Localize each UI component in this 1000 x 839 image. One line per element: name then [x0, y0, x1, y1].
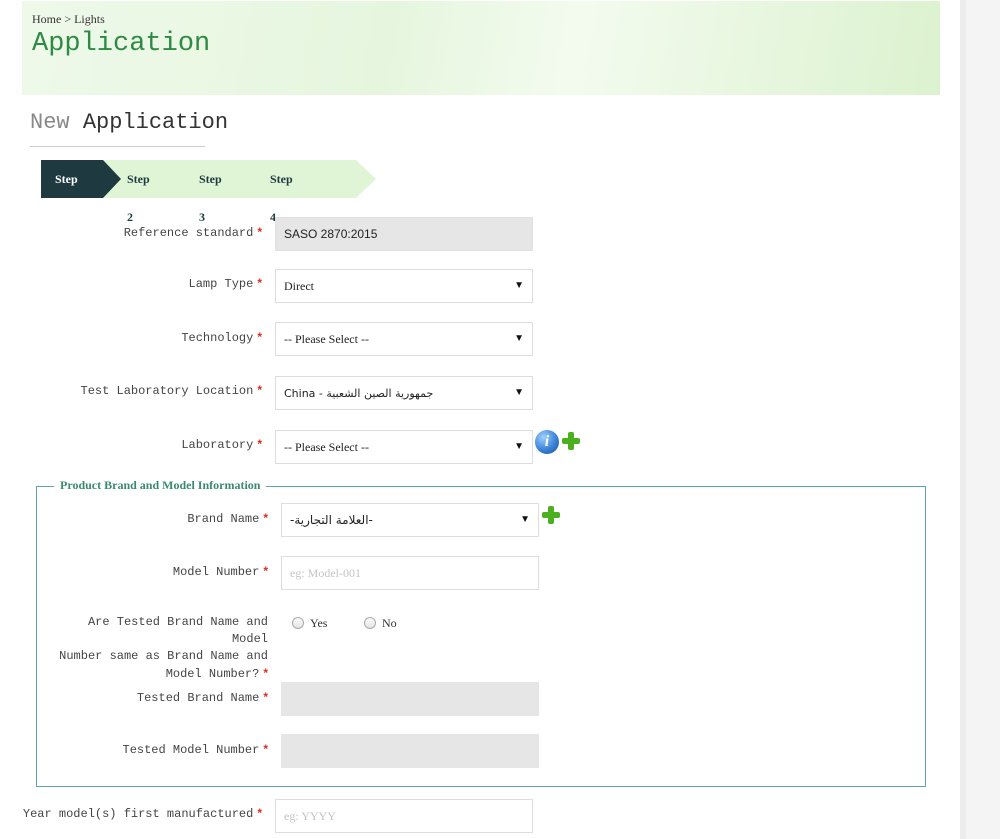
page-side-margin	[960, 0, 1000, 839]
tested-brand-name-input[interactable]	[281, 682, 539, 716]
section-title-light: New	[30, 110, 70, 135]
technology-label: Technology *	[40, 329, 262, 347]
caret-down-icon: ▼	[514, 387, 524, 398]
reference-standard-field: SASO 2870:2015	[275, 217, 533, 251]
laboratory-select[interactable]: -- Please Select -- ▼	[275, 430, 533, 464]
radio-no-label[interactable]: No	[382, 616, 397, 630]
page-header: Home > Lights Application	[22, 1, 940, 95]
required-mark: *	[263, 690, 268, 704]
caret-down-icon: ▼	[514, 333, 524, 344]
caret-down-icon: ▼	[514, 280, 524, 291]
brand-name-label-text: Brand Name	[187, 512, 260, 526]
section-title-dark: Application	[82, 110, 229, 135]
brand-name-value: -العلامة التجارية-	[290, 513, 373, 527]
main-content: Home > Lights Application New Applicatio…	[0, 0, 960, 839]
lamp-type-label-text: Lamp Type	[188, 277, 254, 291]
breadcrumb[interactable]: Home > Lights	[32, 12, 105, 27]
model-number-label-text: Model Number	[172, 565, 260, 579]
laboratory-label: Laboratory *	[40, 436, 262, 454]
year-manufactured-label: Year model(s) first manufactured *	[20, 805, 262, 823]
caret-down-icon: ▼	[514, 441, 524, 452]
reference-standard-value: SASO 2870:2015	[284, 227, 378, 241]
radio-yes-label[interactable]: Yes	[310, 616, 327, 630]
tested-model-number-label-text: Tested Model Number	[122, 743, 260, 757]
required-mark: *	[257, 330, 262, 344]
tested-model-number-input[interactable]	[281, 734, 539, 768]
year-manufactured-label-text: Year model(s) first manufactured	[22, 807, 254, 821]
required-mark: *	[257, 383, 262, 397]
required-mark: *	[257, 276, 262, 290]
laboratory-value: -- Please Select --	[284, 440, 369, 454]
year-manufactured-placeholder: eg: YYYY	[284, 809, 336, 823]
page-side-margin-inner	[966, 0, 1000, 839]
radio-no[interactable]	[364, 617, 376, 629]
required-mark: *	[257, 225, 262, 239]
required-mark: *	[263, 666, 268, 680]
lamp-type-label: Lamp Type *	[40, 275, 262, 293]
required-mark: *	[263, 742, 268, 756]
reference-standard-label: Reference standard *	[40, 224, 262, 242]
add-brand-plus-icon[interactable]	[542, 506, 560, 524]
step-3[interactable]: Step 3	[199, 160, 222, 224]
reference-standard-label-text: Reference standard	[123, 226, 254, 240]
year-manufactured-input[interactable]: eg: YYYY	[275, 799, 533, 833]
test-lab-location-label: Test Laboratory Location *	[40, 382, 263, 400]
caret-down-icon: ▼	[520, 514, 530, 525]
tested-model-number-label: Tested Model Number *	[45, 741, 269, 759]
test-lab-location-select[interactable]: China - جمهورية الصين الشعبية ▼	[275, 376, 533, 410]
brand-name-select[interactable]: -العلامة التجارية- ▼	[281, 503, 539, 537]
section-title: New Application	[30, 110, 228, 135]
info-icon[interactable]: i	[535, 430, 559, 454]
question-line-3: Model Number?	[165, 667, 260, 681]
technology-select[interactable]: -- Please Select -- ▼	[275, 322, 533, 356]
test-lab-location-label-text: Test Laboratory Location	[80, 384, 254, 398]
brand-name-label: Brand Name *	[45, 510, 268, 528]
add-laboratory-plus-icon[interactable]	[562, 432, 580, 450]
model-number-placeholder: eg: Model-001	[290, 566, 361, 580]
required-mark: *	[263, 511, 268, 525]
brand-model-legend: Product Brand and Model Information	[54, 478, 267, 493]
step-4[interactable]: Step 4	[270, 160, 293, 224]
question-line-1: Are Tested Brand Name and Model	[87, 615, 268, 646]
technology-label-text: Technology	[181, 331, 254, 345]
laboratory-label-text: Laboratory	[181, 438, 254, 452]
tested-brand-name-label: Tested Brand Name *	[45, 689, 268, 707]
model-number-label: Model Number *	[45, 563, 268, 581]
required-mark: *	[263, 564, 268, 578]
step-2[interactable]: Step 2	[127, 160, 150, 224]
lamp-type-value: Direct	[284, 279, 314, 293]
technology-value: -- Please Select --	[284, 332, 369, 346]
required-mark: *	[257, 437, 262, 451]
step-1[interactable]: Step 1	[55, 160, 78, 224]
lamp-type-select[interactable]: Direct ▼	[275, 269, 533, 303]
test-lab-location-value: China - جمهورية الصين الشعبية	[284, 387, 434, 400]
model-number-input[interactable]: eg: Model-001	[281, 556, 539, 590]
tested-brand-name-label-text: Tested Brand Name	[136, 691, 260, 705]
page-title: Application	[32, 29, 211, 59]
section-divider	[30, 146, 205, 147]
question-line-2: Number same as Brand Name and	[59, 649, 268, 663]
radio-yes[interactable]	[292, 617, 304, 629]
same-brand-question-label: Are Tested Brand Name and Model Number s…	[45, 614, 268, 683]
required-mark: *	[257, 806, 262, 820]
